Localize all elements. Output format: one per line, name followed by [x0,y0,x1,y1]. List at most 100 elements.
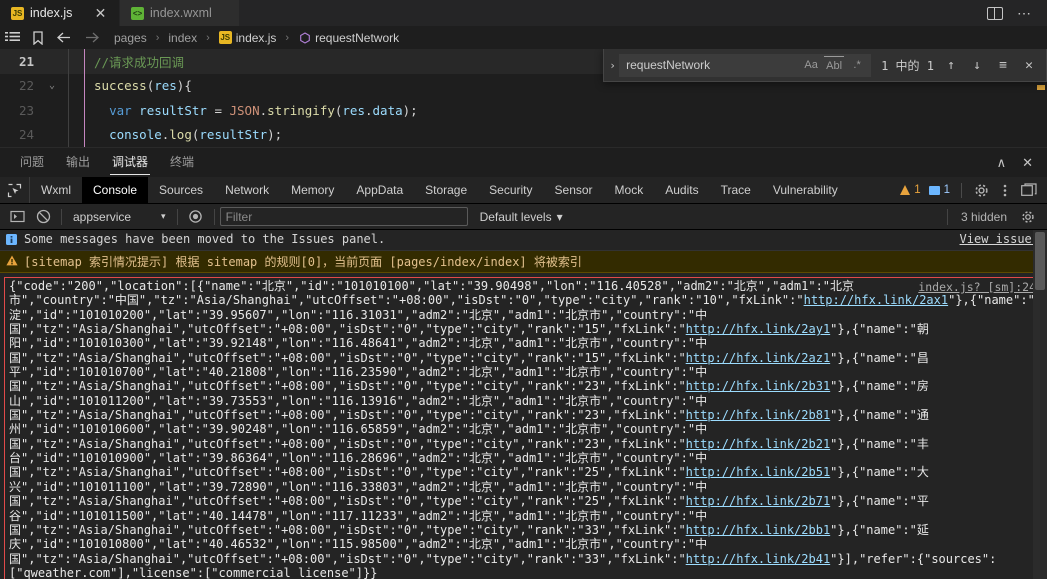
code-line[interactable]: 23 var resultStr = JSON.stringify(res.da… [0,98,1047,123]
bookmark-icon[interactable] [32,30,44,45]
forward-arrow-icon[interactable] [84,31,100,44]
breadcrumb-item-request-network[interactable]: requestNetwork [298,31,399,45]
close-panel-icon[interactable]: ✕ [1022,155,1033,171]
devtools-tab-appdata[interactable]: AppData [345,177,414,203]
breadcrumb-item-index[interactable]: index [168,31,197,45]
line-number: 21 [18,53,34,69]
console-output[interactable]: Some messages have been moved to the Iss… [0,230,1047,579]
use-regex-icon[interactable]: .* [847,56,867,75]
console-log-url-link[interactable]: http://hfx.link/2ay1 [686,322,831,336]
view-issues-link[interactable]: View issues [952,232,1039,246]
console-settings-icon[interactable] [1015,206,1041,228]
fold-indicator[interactable]: ⌄ [44,80,60,91]
breadcrumb-nav-icons [5,30,114,45]
code-text: success(res){ [94,78,192,94]
hidden-messages-count[interactable]: 3 hidden [961,210,1007,224]
console-scrollbar[interactable] [1033,230,1047,579]
code-editor[interactable]: 21 //请求成功回调 22 ⌄ success(res){ 23 var re… [0,49,1047,147]
console-log-url-link[interactable]: http://hfx.link/2bb1 [686,523,831,537]
devtools-tab-mock[interactable]: Mock [604,177,655,203]
console-filter-input[interactable]: Filter [219,207,468,226]
devtools-tab-security[interactable]: Security [478,177,543,203]
match-whole-word-icon[interactable]: Abl [824,55,845,75]
dock-side-icon[interactable] [1017,183,1041,197]
back-arrow-icon[interactable] [56,31,72,44]
devtools-tab-console[interactable]: Console [82,177,149,203]
console-log-url-link[interactable]: http://hfx.link/2b21 [686,437,831,451]
devtools-tab-trace[interactable]: Trace [710,177,762,203]
match-case-icon[interactable]: Aa [801,56,821,75]
console-message-info[interactable]: Some messages have been moved to the Iss… [0,230,1047,251]
panel-tab-output[interactable]: 输出 [64,149,92,176]
devtools-more-icon[interactable] [993,183,1017,198]
console-log-levels-value: Default levels [479,209,552,224]
editor-tab-index-wxml[interactable]: <> index.wxml [120,0,240,26]
console-log-url-link[interactable]: http://hfx.link/2ax1 [804,293,949,307]
indent-guide [60,49,94,74]
devtools-tab-wxml[interactable]: Wxml [30,177,82,203]
breadcrumb-item-index-js[interactable]: JS index.js [218,31,276,45]
close-find-icon[interactable]: ✕ [1020,58,1038,73]
devtools-tab-memory[interactable]: Memory [280,177,345,203]
js-file-icon: JS [11,6,24,20]
find-input-value: requestNetwork [626,58,711,72]
breadcrumb-label: index [168,30,198,45]
console-log-line: 国","tz":"Asia/Shanghai","utcOffset":"+08… [9,436,929,451]
breadcrumb-label: pages [114,30,147,45]
console-log-levels-select[interactable]: Default levels ▾ [468,210,563,224]
console-log-url-link[interactable]: http://hfx.link/2b31 [686,379,831,393]
info-count-badge[interactable]: 1 [925,184,954,196]
close-tab-icon[interactable]: ✕ [92,5,109,22]
indent-guide [60,122,94,148]
console-log-url-link[interactable]: http://hfx.link/2b71 [686,494,831,508]
find-actions: ↑ ↓ ≡ ✕ [942,58,1042,73]
console-log-line: {"code":"200","location":[{"name":"北京","… [9,279,855,293]
find-widget[interactable]: › requestNetwork Aa Abl .* 1 中的 1 ↑ ↓ ≡ … [603,49,1047,82]
breadcrumb-item-pages[interactable]: pages [114,31,147,45]
find-in-selection-icon[interactable]: ≡ [994,58,1012,73]
warning-count-badge[interactable]: 1 [896,184,924,196]
split-editor-icon[interactable] [987,6,1003,20]
devtools-tab-audits[interactable]: Audits [654,177,709,203]
devtools-tab-sensor[interactable]: Sensor [544,177,604,203]
console-log-url-link[interactable]: http://hfx.link/2b41 [686,552,831,566]
console-context-select[interactable]: appservice ▾ [67,207,172,227]
outline-icon[interactable] [5,31,20,44]
editor-tab-index-js[interactable]: JS index.js ✕ [0,0,120,26]
code-line[interactable]: 24 console.log(resultStr); [0,122,1047,148]
devtools-tab-vulnerability[interactable]: Vulnerability [762,177,849,203]
next-match-icon[interactable]: ↓ [968,58,986,73]
console-source-link[interactable]: index.js? [sm]:24 [918,280,1036,294]
warning-icon [6,253,18,269]
console-scrollbar-thumb[interactable] [1035,232,1045,290]
find-input[interactable]: requestNetwork Aa Abl .* [619,53,872,77]
console-log-url-link[interactable]: http://hfx.link/2b51 [686,465,831,479]
inspect-element-icon[interactable] [0,177,30,203]
console-log-entry[interactable]: {"code":"200","location":[{"name":"北京","… [4,277,1047,579]
devtools-tab-storage[interactable]: Storage [414,177,478,203]
editor-more-actions-icon[interactable]: ⋯ [1017,6,1033,20]
clear-console-icon[interactable] [4,206,30,228]
console-filter-bar: appservice ▾ Filter Default levels ▾ 3 h… [0,204,1047,230]
panel-tab-terminal[interactable]: 终端 [168,149,196,176]
collapse-panel-icon[interactable]: ∧ [997,155,1007,171]
breadcrumb-bar: pages › index › JS index.js › requestNet… [0,26,1047,49]
console-log-url-link[interactable]: http://hfx.link/2az1 [686,351,831,365]
panel-actions: ∧ ✕ [997,155,1047,171]
devtools-tab-network[interactable]: Network [214,177,280,203]
live-expression-icon[interactable] [183,206,209,228]
console-message-warning[interactable]: [sitemap 索引情况提示] 根据 sitemap 的规则[0]，当前页面 … [0,251,1047,273]
panel-tab-debugger[interactable]: 调试器 [110,149,151,176]
no-entry-icon[interactable] [30,206,56,228]
panel-tab-bar: 问题 输出 调试器 终端 ∧ ✕ [0,147,1047,177]
settings-gear-icon[interactable] [969,183,993,198]
console-log-line: 国","tz":"Asia/Shanghai","utcOffset":"+08… [9,408,929,423]
console-log-url-link[interactable]: http://hfx.link/2b81 [686,408,831,422]
editor-actions: ⋯ [987,0,1047,26]
warning-icon [900,185,911,195]
previous-match-icon[interactable]: ↑ [942,58,960,73]
toggle-replace-icon[interactable]: › [606,59,619,72]
devtools-tab-sources[interactable]: Sources [148,177,214,203]
panel-tab-problems[interactable]: 问题 [18,149,46,176]
wxml-file-icon: <> [131,6,144,20]
